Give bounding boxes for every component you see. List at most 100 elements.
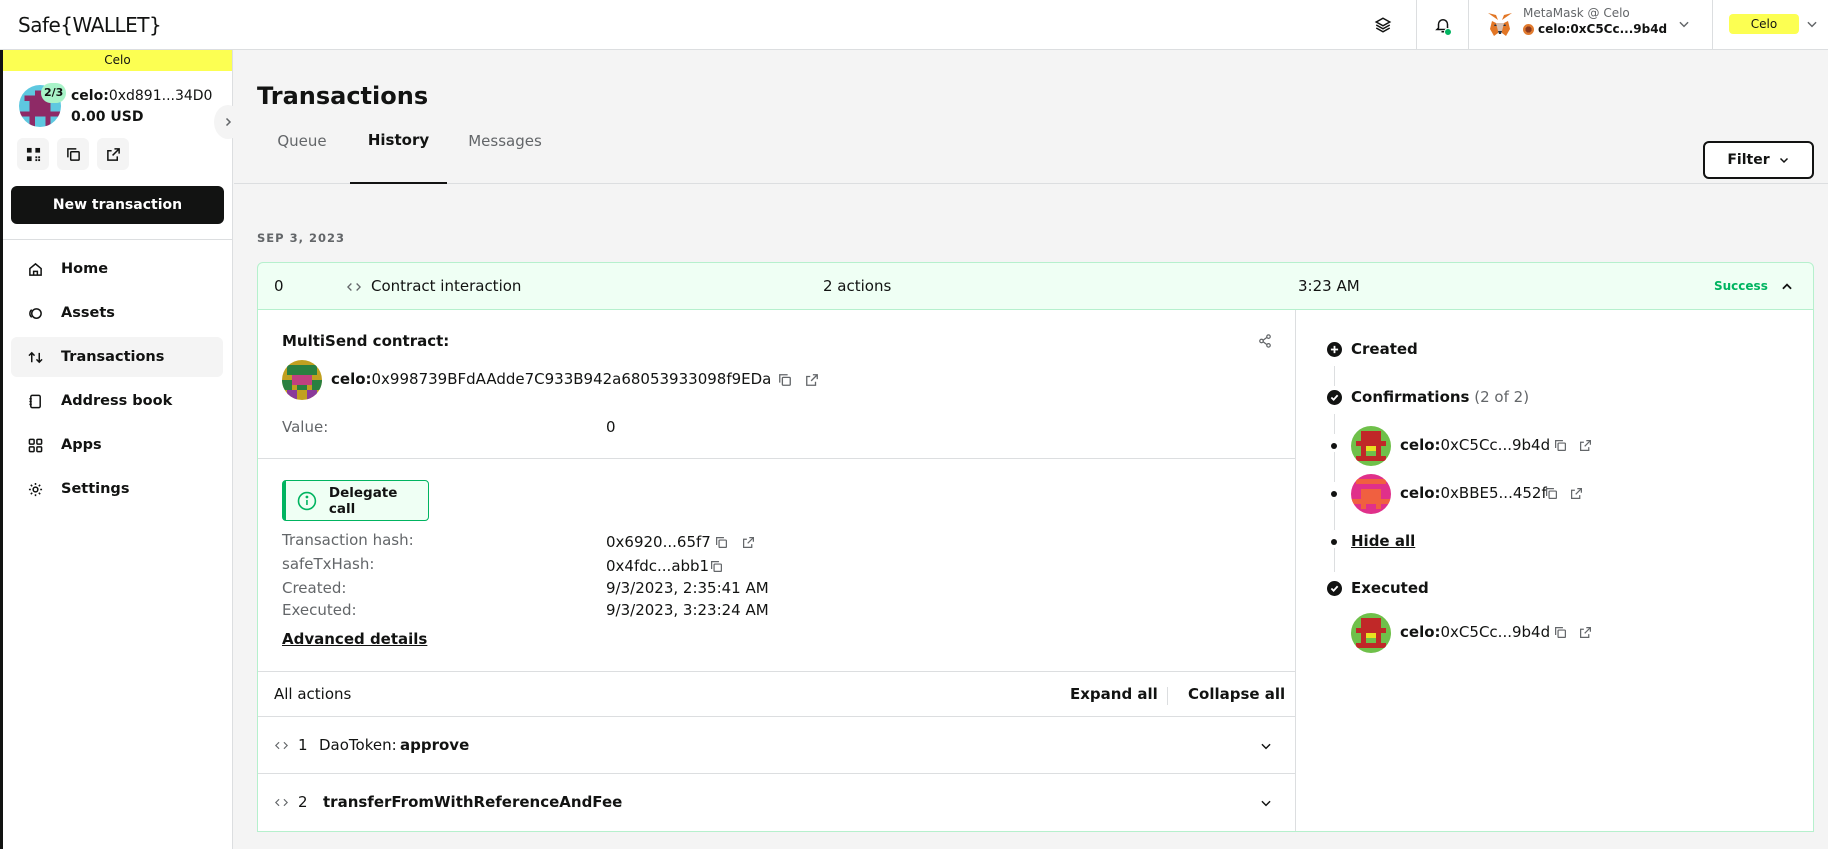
copy-icon[interactable] (778, 373, 792, 387)
multisend-label: MultiSend contract: (282, 332, 450, 350)
tx-summary-row[interactable]: 0 Contract interaction 2 actions 3:23 AM… (257, 262, 1814, 310)
section-divider (258, 458, 1295, 459)
code-icon (347, 283, 361, 291)
executed-label: Executed: (282, 601, 357, 619)
timeline-dot (1331, 491, 1337, 497)
check-circle-icon (1327, 581, 1342, 596)
tx-nonce: 0 (274, 277, 284, 295)
chevron-down-icon (1807, 21, 1817, 28)
qr-code-icon (26, 147, 40, 161)
copy-icon[interactable] (1545, 487, 1558, 500)
tx-actions-count: 2 actions (823, 277, 892, 295)
safe-balance: 0.00 USD (71, 109, 144, 125)
external-link-icon[interactable] (742, 536, 755, 549)
executed-value: 9/3/2023, 3:23:24 AM (606, 601, 769, 619)
timeline-dot (1331, 539, 1337, 545)
copy-icon[interactable] (715, 536, 728, 549)
collapse-all-button[interactable]: Collapse all (1188, 685, 1285, 703)
layers-button[interactable] (1362, 0, 1404, 50)
date-header: SEP 3, 2023 (257, 231, 345, 245)
external-link-icon[interactable] (1579, 439, 1592, 452)
tx-details: MultiSend contract: celo:0x998739BFdAAdd… (257, 310, 1814, 832)
network-selector[interactable]: Celo (1712, 0, 1828, 50)
assets-icon (27, 305, 43, 321)
app-logo[interactable]: Safe{WALLET} (18, 13, 162, 37)
copy-address-button[interactable] (57, 138, 89, 170)
code-icon (275, 798, 288, 807)
safe-address: celo:0xd891...34D0 (71, 88, 213, 104)
check-circle-icon (1327, 390, 1342, 405)
sidebar-item-home[interactable]: Home (11, 249, 223, 289)
chevron-right-icon (225, 117, 232, 127)
wallet-button[interactable]: MetaMask @ Celo celo: 0xC5Cc...9b4d (1468, 0, 1712, 50)
top-bar: Safe{WALLET} MetaMask @ Celo celo: 0xC5Cc… (0, 0, 1828, 50)
sidebar-item-settings[interactable]: Settings (11, 469, 223, 509)
timeline-line (1334, 452, 1335, 482)
action-row-1[interactable]: 1 DaoToken: approve (258, 717, 1295, 773)
action-row-2[interactable]: 2 transferFromWithReferenceAndFee (258, 774, 1295, 830)
external-link-icon (106, 147, 120, 161)
created-label: Created: (282, 579, 347, 597)
timeline-dot (1331, 443, 1337, 449)
contract-address: celo:0x998739BFdAAdde7C933B942a680539330… (331, 370, 772, 388)
value-label: Value: (282, 418, 329, 436)
qr-code-button[interactable] (17, 138, 49, 170)
open-explorer-button[interactable] (97, 138, 129, 170)
info-icon (297, 491, 317, 510)
code-icon (275, 741, 288, 750)
value-amount: 0 (606, 418, 616, 436)
timeline-line (1334, 366, 1335, 386)
sidebar-item-address-book[interactable]: Address book (11, 381, 223, 421)
copy-icon[interactable] (1554, 439, 1567, 452)
apps-icon (27, 437, 43, 453)
tab-queue[interactable]: Queue (257, 98, 347, 184)
sidebar-item-apps[interactable]: Apps (11, 425, 223, 465)
all-actions-label: All actions (274, 685, 352, 703)
advanced-details-link[interactable]: Advanced details (282, 630, 427, 648)
metamask-fox-icon (1488, 13, 1512, 36)
executor-avatar (1351, 613, 1391, 653)
status-badge: Success (1714, 279, 1768, 293)
signer-address-1: celo:0xC5Cc...9b4d (1400, 436, 1551, 454)
notifications-button[interactable] (1416, 0, 1468, 50)
timeline-line (1334, 414, 1335, 434)
timeline-line (1334, 500, 1335, 530)
tab-messages[interactable]: Messages (455, 98, 555, 184)
chevron-up-icon[interactable] (1780, 280, 1794, 294)
copy-icon[interactable] (710, 560, 723, 573)
tx-hash-value: 0x6920...65f7 (606, 533, 711, 551)
hide-all-link[interactable]: Hide all (1351, 532, 1415, 550)
home-icon (27, 261, 43, 277)
tx-time: 3:23 AM (1298, 277, 1360, 295)
signer-avatar (1351, 474, 1391, 514)
tab-history[interactable]: History (350, 98, 447, 184)
filter-button[interactable]: Filter (1703, 141, 1814, 179)
expand-all-button[interactable]: Expand all (1070, 685, 1158, 703)
wallet-avatar (1523, 23, 1534, 35)
sidebar-item-assets[interactable]: Assets (11, 293, 223, 333)
contract-avatar (282, 360, 322, 400)
created-value: 9/3/2023, 2:35:41 AM (606, 579, 769, 597)
executor-address: celo:0xC5Cc...9b4d (1400, 623, 1551, 641)
signer-avatar (1351, 426, 1391, 466)
external-link-icon[interactable] (1579, 626, 1592, 639)
threshold-badge: 2/3 (41, 83, 67, 103)
timeline-created: Created (1351, 340, 1418, 358)
sidebar: Celo 2/3 celo:0xd891...34D0 0.00 USD New… (3, 50, 242, 849)
address-book-icon (27, 393, 43, 409)
chevron-down-icon (1261, 743, 1271, 750)
timeline-executed: Executed (1351, 579, 1429, 597)
sidebar-item-transactions[interactable]: Transactions (11, 337, 223, 377)
wallet-name: MetaMask @ Celo (1523, 6, 1630, 20)
details-divider (1295, 310, 1296, 831)
timeline-line (1334, 548, 1335, 572)
copy-icon[interactable] (1554, 626, 1567, 639)
new-transaction-button[interactable]: New transaction (11, 186, 224, 224)
chevron-down-icon (1261, 800, 1271, 807)
safe-tx-hash-label: safeTxHash: (282, 555, 375, 573)
external-link-icon[interactable] (805, 373, 819, 387)
safe-tx-hash-value: 0x4fdc...abb1 (606, 557, 710, 575)
tx-hash-label: Transaction hash: (282, 531, 414, 549)
share-icon[interactable] (1258, 334, 1272, 348)
external-link-icon[interactable] (1570, 487, 1583, 500)
